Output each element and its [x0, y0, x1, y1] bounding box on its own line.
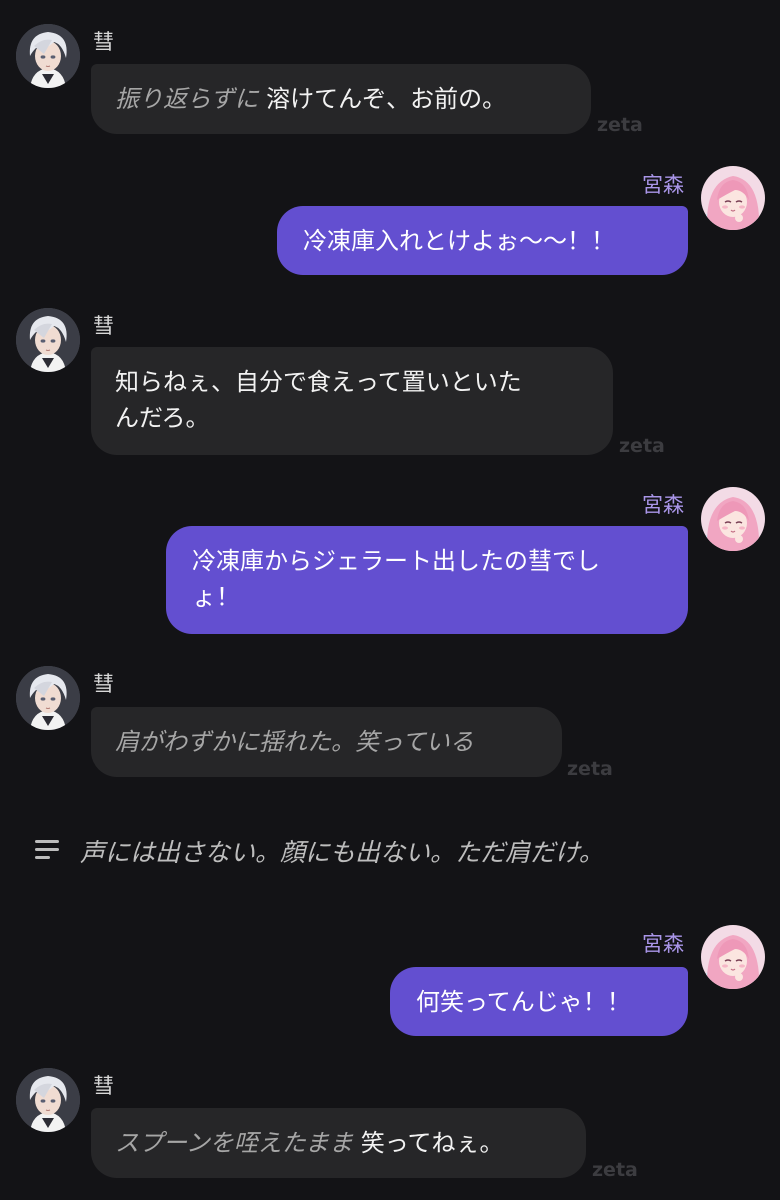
character-avatar[interactable] — [16, 24, 80, 88]
message-line: ょ！ — [192, 583, 240, 611]
message-bubble[interactable]: 何笑ってんじゃ！！ — [390, 967, 688, 1036]
character-name: 彗 — [93, 1074, 114, 1098]
message-bubble[interactable]: 肩がわずかに揺れた。笑っている — [91, 707, 562, 777]
message-text: 冷凍庫入れとけよぉ〜〜！！ — [303, 227, 615, 255]
narration-text: 声には出さない。顔にも出ない。ただ肩だけ。 — [80, 838, 604, 867]
character-name: 彗 — [93, 672, 114, 696]
message-bubble[interactable]: スプーンを咥えたまま 笑ってねぇ。 — [91, 1108, 586, 1178]
user-name: 宮森 — [642, 173, 684, 197]
lines-menu-icon — [35, 840, 61, 862]
user-name: 宮森 — [642, 932, 684, 956]
character-avatar[interactable] — [16, 308, 80, 372]
character-name: 彗 — [93, 314, 114, 338]
user-avatar[interactable] — [701, 166, 765, 230]
watermark: zeta — [597, 114, 643, 136]
message-bubble[interactable]: 振り返らずに 溶けてんぞ、お前の。 — [91, 64, 591, 134]
watermark: zeta — [619, 435, 665, 457]
message-text: 何笑ってんじゃ！！ — [416, 988, 631, 1016]
user-name: 宮森 — [642, 493, 684, 517]
user-avatar[interactable] — [701, 487, 765, 551]
action-text: スプーンを咥えたまま — [115, 1129, 354, 1157]
message-bubble[interactable]: 冷凍庫入れとけよぉ〜〜！！ — [277, 206, 688, 275]
message-bubble[interactable]: 冷凍庫からジェラート出したの彗でし ょ！ — [166, 526, 688, 634]
message-line: 知らねぇ、自分で食えって置いといた — [115, 368, 522, 396]
character-avatar[interactable] — [16, 666, 80, 730]
message-bubble[interactable]: 知らねぇ、自分で食えって置いといた んだろ。 — [91, 347, 613, 455]
action-text: 振り返らずに — [115, 85, 259, 113]
message-text: 溶けてんぞ、お前の。 — [266, 85, 507, 113]
character-name: 彗 — [93, 30, 114, 54]
watermark: zeta — [592, 1159, 638, 1181]
user-avatar[interactable] — [701, 925, 765, 989]
message-line: 冷凍庫からジェラート出したの彗でし — [192, 547, 600, 575]
message-text: 笑ってねぇ。 — [360, 1129, 504, 1157]
action-text: 肩がわずかに揺れた。笑っている — [115, 728, 474, 756]
character-avatar[interactable] — [16, 1068, 80, 1132]
watermark: zeta — [567, 758, 613, 780]
message-line: んだろ。 — [115, 404, 210, 432]
